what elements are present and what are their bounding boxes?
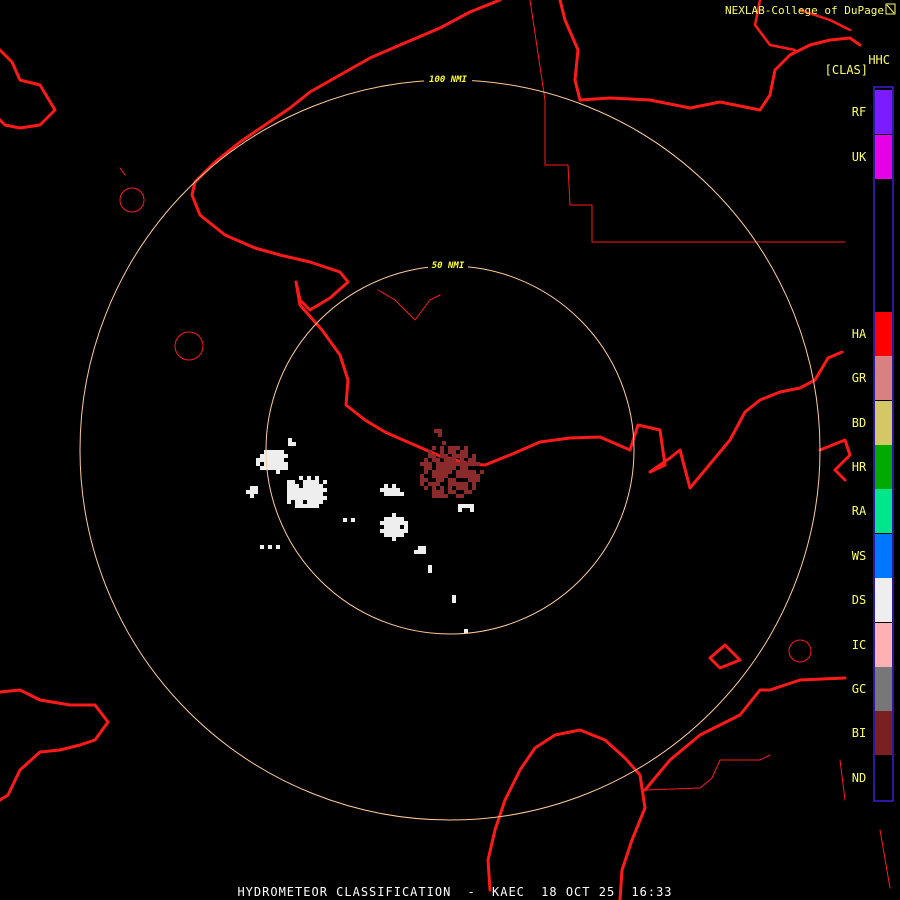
ring-label-100nmi: 100 NMI [429,75,468,85]
legend-swatch-hr [875,445,892,489]
legend-label-rf: RF [852,105,866,119]
legend-label-bd: BD [852,416,866,430]
legend-swatch-ws [875,534,892,578]
legend-label-ha: HA [852,327,867,341]
legend-swatch-uk [875,135,892,179]
echo-dry-snow-9 [260,545,280,549]
legend-label-gc: GC [852,682,866,696]
legend-label-ds: DS [852,593,866,607]
echo-dry-snow-13 [428,565,432,573]
legend-label-nd: ND [852,771,866,785]
credit-text: NEXLAB-College of DuPage [725,4,884,17]
legend-swatch-ha [875,312,892,356]
legend-swatch-bd [875,401,892,445]
legend-label-hr: HR [852,460,867,474]
legend-swatch-ra [875,489,892,533]
legend-swatch-ds [875,578,892,622]
legend-swatch-gr [875,356,892,400]
footer-caption: HYDROMETEOR CLASSIFICATION - KAEC 18 OCT… [237,885,672,899]
legend-label-uk: UK [852,150,867,164]
legend-swatch-rf [875,90,892,134]
product-code: HHC [868,53,890,67]
legend-label-ic: IC [852,638,866,652]
footer-time: 16:33 [631,885,672,899]
legend-label-gr: GR [852,371,867,385]
legend-swatch-bi [875,711,892,755]
echo-dry-snow-12 [464,629,468,633]
echo-dry-snow-11 [452,595,456,603]
footer-station: KAEC [492,885,525,899]
units-label: [CLAS] [825,63,868,77]
radar-display: 100 NMI 50 NMI NEXLAB-College of DuPage … [0,0,900,900]
legend-swatch-ic [875,623,892,667]
legend-label-ws: WS [852,549,866,563]
footer-date: 18 OCT 25 [541,885,615,899]
footer-product: HYDROMETEOR CLASSIFICATION [237,885,451,899]
legend-swatch-gc [875,667,892,711]
legend-label-bi: BI [852,726,866,740]
footer-separator: - [468,885,476,899]
legend-label-ra: RA [852,504,867,518]
legend-swatch-nd [875,756,892,800]
ring-label-50nmi: 50 NMI [432,261,465,271]
